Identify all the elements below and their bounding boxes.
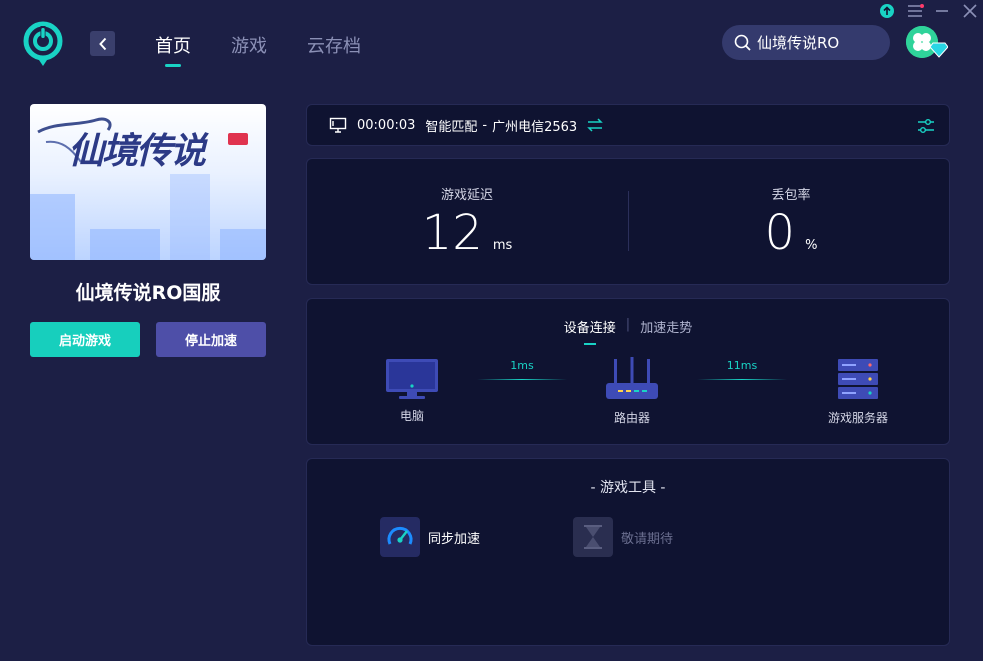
packet-loss-value: 0 xyxy=(764,205,796,261)
stop-acceleration-button[interactable]: 停止加速 xyxy=(156,322,266,357)
minimize-button[interactable] xyxy=(934,3,950,19)
router-icon xyxy=(606,357,658,399)
connection-status-bar: 00:00:03 智能匹配 - 广州电信2563 xyxy=(306,104,950,146)
device-router-label: 路由器 xyxy=(613,411,650,425)
link-router-server: 11ms xyxy=(697,359,787,380)
arrow-up-circle-icon xyxy=(880,4,894,18)
latency-value: 12 xyxy=(421,205,483,261)
status-separator: - xyxy=(482,117,488,133)
search-box[interactable] xyxy=(722,25,890,60)
link-pc-router: 1ms xyxy=(477,359,567,380)
game-tools-card: - 游戏工具 - 同步加速 敬请期待 xyxy=(306,458,950,646)
device-pc: 电脑 xyxy=(362,357,462,424)
game-cover-image: 仙境传说 xyxy=(30,104,266,260)
tool-coming-soon: 敬请期待 xyxy=(573,517,673,557)
tool-coming-soon-label: 敬请期待 xyxy=(621,531,674,547)
back-button[interactable] xyxy=(90,31,115,56)
tab-home[interactable]: 首页 xyxy=(155,32,191,67)
tab-device-connection[interactable]: 设备连接 xyxy=(554,317,626,345)
game-cover-title: 仙境传说 xyxy=(68,130,206,172)
latency-metric: 游戏延迟 12 ms xyxy=(367,184,567,261)
device-router: 路由器 xyxy=(582,357,682,426)
hourglass-icon xyxy=(573,517,613,557)
tools-title: - 游戏工具 - xyxy=(590,480,666,496)
tab-cloud-save[interactable]: 云存档 xyxy=(307,32,361,58)
monitor-icon xyxy=(329,117,347,133)
tab-acceleration-trend[interactable]: 加速走势 xyxy=(630,317,702,336)
menu-button[interactable] xyxy=(906,3,924,19)
packet-loss-metric: 丢包率 0% xyxy=(691,184,891,261)
minimize-icon xyxy=(936,10,948,12)
speedometer-icon xyxy=(380,517,420,557)
device-game-server-label: 游戏服务器 xyxy=(827,411,888,425)
device-tabs: 设备连接 | 加速走势 xyxy=(307,317,949,345)
cover-badge xyxy=(228,133,248,145)
server-name: 广州电信2563 xyxy=(492,119,578,135)
settings-button[interactable] xyxy=(917,118,935,134)
tool-sync-acceleration[interactable]: 同步加速 xyxy=(380,517,480,557)
app-logo xyxy=(22,20,64,68)
latency-label: 游戏延迟 xyxy=(440,188,493,203)
tab-games[interactable]: 游戏 xyxy=(231,32,267,58)
start-game-button[interactable]: 启动游戏 xyxy=(30,322,140,357)
device-pc-label: 电脑 xyxy=(399,409,424,423)
link-pc-router-latency: 1ms xyxy=(510,359,534,372)
packet-loss-label: 丢包率 xyxy=(771,188,811,203)
upgrade-button[interactable] xyxy=(879,3,895,19)
menu-icon xyxy=(908,4,924,17)
tool-sync-acceleration-label: 同步加速 xyxy=(428,531,481,547)
game-title: 仙境传说RO国服 xyxy=(75,282,221,304)
vip-gem-icon xyxy=(929,42,949,58)
latency-unit: ms xyxy=(492,238,513,253)
sliders-icon xyxy=(918,119,934,133)
main-nav: 首页 游戏 云存档 xyxy=(155,32,401,67)
device-connection-card: 设备连接 | 加速走势 电脑 1ms 路由器 11ms 游戏服务器 xyxy=(306,298,950,445)
metrics-divider xyxy=(628,191,629,251)
monitor-icon xyxy=(386,359,438,399)
link-router-server-latency: 11ms xyxy=(726,359,758,372)
search-input[interactable] xyxy=(757,33,877,52)
server-rack-icon xyxy=(838,359,878,399)
match-mode: 智能匹配 xyxy=(425,119,478,135)
swap-icon xyxy=(587,118,604,132)
packet-loss-unit: % xyxy=(805,238,818,253)
switch-server-button[interactable] xyxy=(587,118,604,132)
chevron-left-icon xyxy=(98,37,106,50)
elapsed-timer: 00:00:03 xyxy=(357,117,416,133)
metrics-card: 游戏延迟 12 ms 丢包率 0% xyxy=(306,158,950,285)
device-game-server: 游戏服务器 xyxy=(808,357,908,426)
close-button[interactable] xyxy=(962,3,978,19)
search-icon xyxy=(734,34,751,51)
close-icon xyxy=(963,4,977,18)
